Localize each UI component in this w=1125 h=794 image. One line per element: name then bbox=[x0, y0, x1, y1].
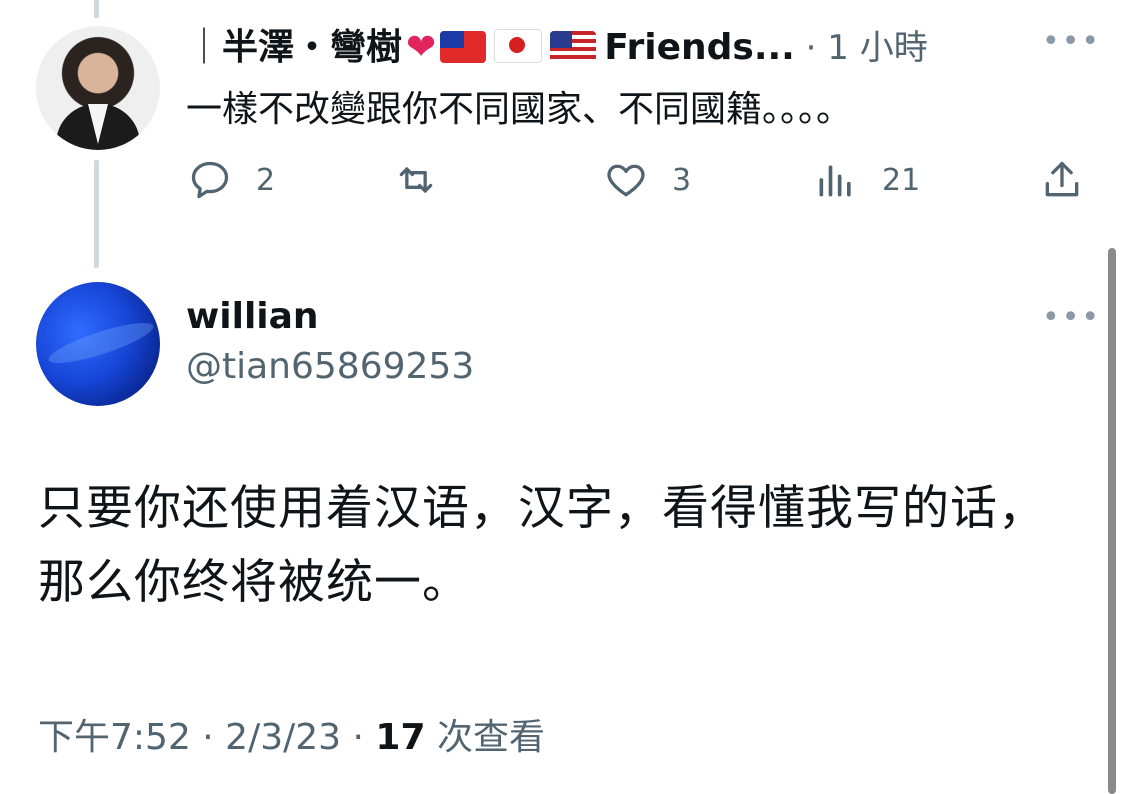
view-count: 21 bbox=[882, 162, 921, 198]
display-name[interactable]: willian bbox=[186, 296, 319, 337]
retweet-icon bbox=[399, 167, 433, 193]
reply-button[interactable]: 2 bbox=[188, 158, 275, 202]
more-options-icon[interactable]: ••• bbox=[1042, 300, 1101, 335]
display-name[interactable]: 半澤・彎樹 bbox=[222, 27, 402, 68]
post-timestamp[interactable]: 下午7:52 · 2/3/23 · bbox=[38, 717, 375, 758]
tweet-meta: 下午7:52 · 2/3/23 · 17 次查看 bbox=[38, 708, 545, 760]
share-button[interactable] bbox=[1040, 158, 1108, 202]
reply-icon bbox=[191, 161, 229, 199]
like-button[interactable]: 3 bbox=[604, 158, 691, 202]
avatar[interactable] bbox=[36, 26, 160, 150]
retweet-button[interactable] bbox=[394, 158, 462, 202]
like-count: 3 bbox=[672, 162, 692, 198]
view-count-label: 次查看 bbox=[425, 717, 545, 758]
avatar-highlight bbox=[45, 315, 157, 371]
tweet-header: ｜半澤・彎樹 ❤ Friends... · 1 小時 bbox=[186, 27, 928, 68]
view-count: 17 bbox=[375, 717, 426, 758]
tweet-text: 一樣不改變跟你不同國家、不同國籍。。。。 bbox=[186, 89, 853, 130]
flag-japan-icon bbox=[494, 29, 543, 63]
more-options-icon[interactable]: ••• bbox=[1042, 24, 1101, 59]
avatar[interactable] bbox=[36, 282, 160, 406]
analytics-icon bbox=[819, 165, 851, 197]
user-handle[interactable]: @tian65869253 bbox=[186, 346, 474, 387]
heart-emoji-icon: ❤ bbox=[406, 27, 437, 68]
heart-icon bbox=[607, 164, 645, 197]
thread-connector-top bbox=[94, 0, 99, 18]
views-button[interactable]: 21 bbox=[814, 158, 920, 202]
display-name-tail[interactable]: Friends... bbox=[604, 27, 795, 68]
flag-taiwan-icon bbox=[440, 31, 487, 63]
reply-count: 2 bbox=[256, 162, 276, 198]
scrollbar[interactable] bbox=[1108, 248, 1116, 794]
tweet-text: 只要你还使用着汉语，汉字，看得懂我写的话，那么你终将被统一。 bbox=[38, 481, 1046, 610]
share-icon bbox=[1045, 161, 1079, 197]
thread-connector bbox=[94, 160, 99, 268]
timestamp[interactable]: 1 小時 bbox=[827, 28, 927, 68]
flag-us-icon bbox=[550, 31, 597, 63]
